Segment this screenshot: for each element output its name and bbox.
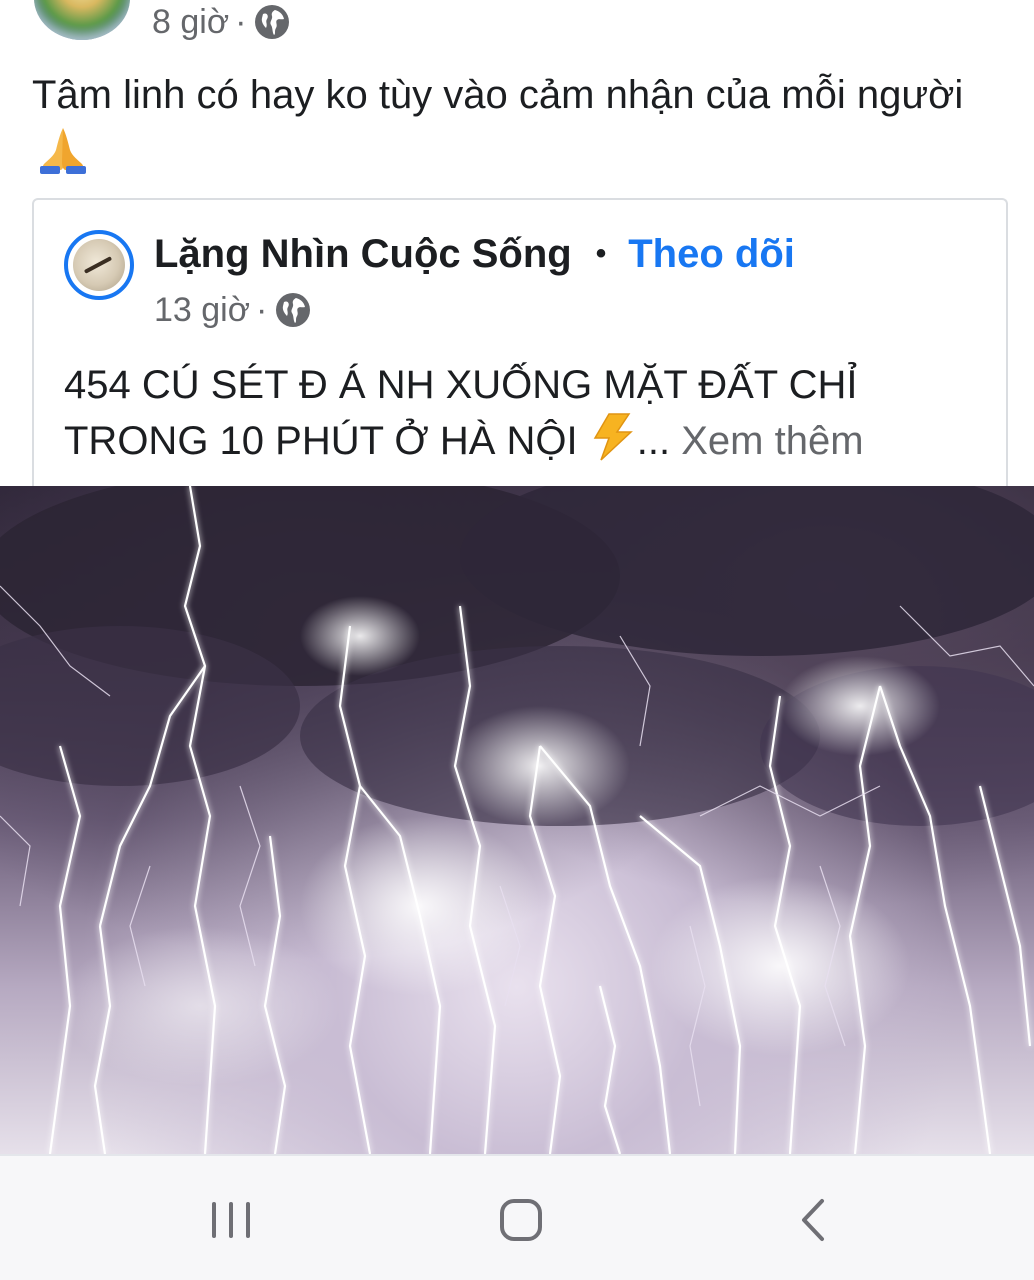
folded-hands-emoji-icon [36,124,90,174]
shared-post-card[interactable]: Lặng Nhìn Cuộc Sống • Theo dõi 13 giờ · … [32,198,1008,498]
header-dot-separator: • [595,237,607,270]
shared-post-meta: 13 giờ · [154,290,311,330]
home-icon [499,1198,543,1247]
shared-post-avatar[interactable] [64,230,134,300]
recent-apps-icon [208,1200,254,1245]
feed-screen: 8 giờ · Tâm linh có hay ko tùy vào cảm n… [0,0,1034,1280]
outer-post-meta-separator: · [235,2,247,41]
lightning-emoji-icon [589,412,637,462]
avatar-image [73,239,125,291]
outer-post-time[interactable]: 8 giờ [152,3,229,42]
back-icon [798,1197,828,1248]
lightning-storm-photo[interactable] [0,486,1034,1154]
outer-post-caption: Tâm linh có hay ko tùy vào cảm nhận của … [32,73,964,117]
shared-post-author[interactable]: Lặng Nhìn Cuộc Sống [154,232,572,277]
shared-post-header: Lặng Nhìn Cuộc Sống • Theo dõi [154,228,795,280]
shared-post-meta-separator: · [256,290,268,329]
outer-post-meta: 8 giờ · [152,2,290,42]
shared-post-text: 454 CÚ SÉT Đ Á NH XUỐNG MẶT ĐẤT CHỈ TRON… [64,358,994,468]
home-button[interactable] [486,1192,556,1252]
shared-post-time[interactable]: 13 giờ [154,291,250,330]
follow-button[interactable]: Theo dõi [628,232,795,277]
see-more-ellipsis: ... [636,419,671,463]
globe-icon [254,4,290,40]
outer-post-text: Tâm linh có hay ko tùy vào cảm nhận của … [32,66,992,184]
globe-icon [275,292,311,328]
see-more-link[interactable]: Xem thêm [681,419,863,463]
recent-apps-button[interactable] [196,1192,266,1252]
back-button[interactable] [778,1192,848,1252]
system-navigation-bar [0,1156,1034,1280]
outer-post-avatar[interactable] [34,0,130,40]
